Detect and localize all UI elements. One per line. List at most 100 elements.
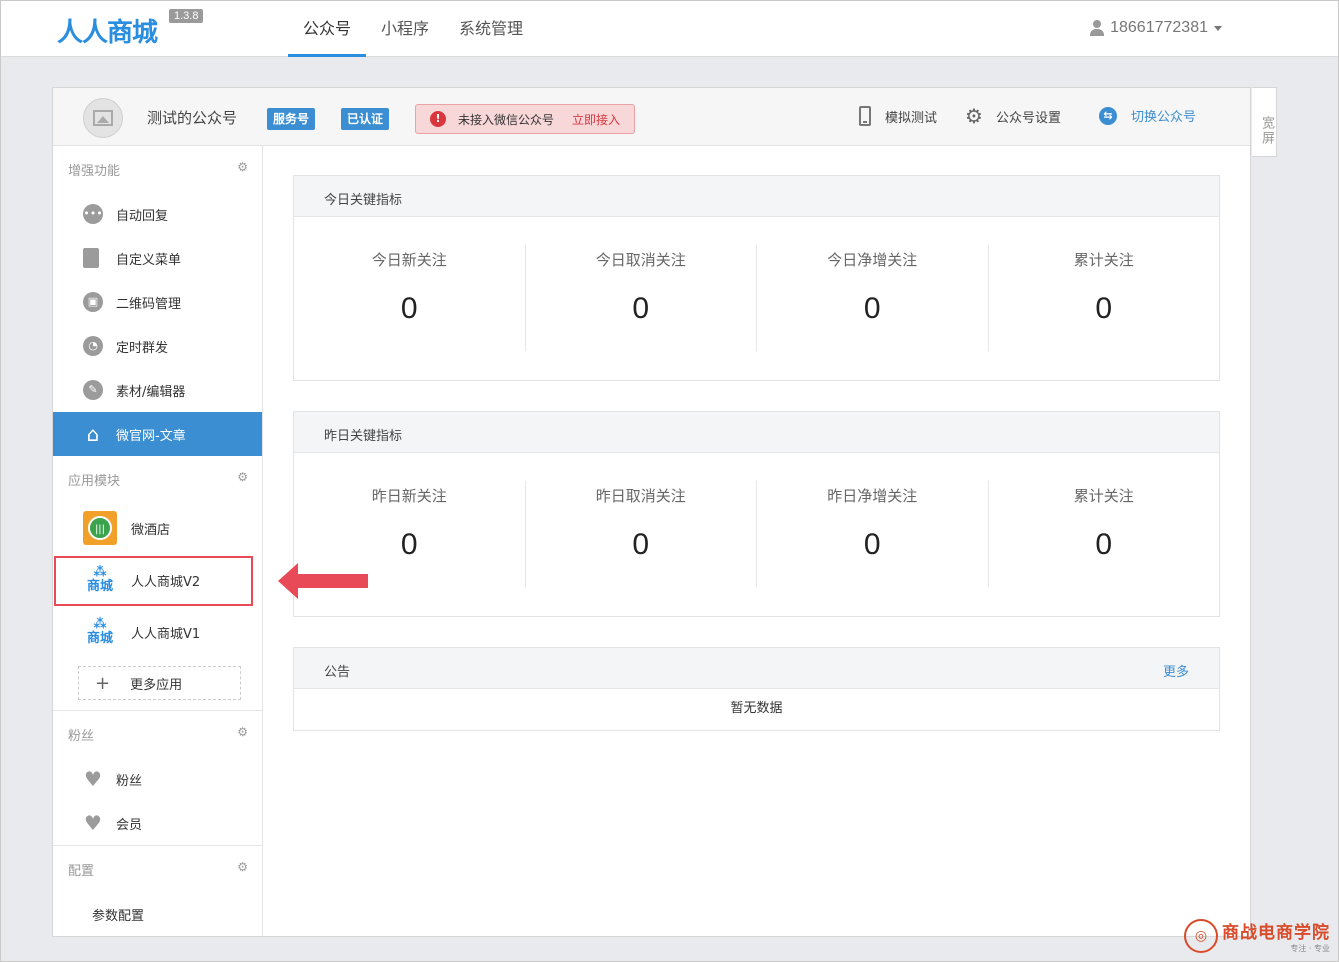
main-card: 测试的公众号 服务号 已认证 ! 未接入微信公众号 立即接入 模拟测试 ⚙ 公众… [52,87,1251,937]
sidebar: 增强功能 ⚙ ••• 自动回复 自定义菜单 ▣ 二维码管理 ◔ 定时群发 ✎ 素… [53,146,263,936]
today-metrics-panel: 今日关键指标 今日新关注 0 今日取消关注 0 今日净增关注 0 累计关注 0 [293,175,1220,381]
metric-label: 累计关注 [1073,251,1134,269]
metric-label: 今日净增关注 [827,251,918,269]
sidebar-item-materials[interactable]: ✎ 素材/编辑器 [53,368,262,412]
metric: 昨日取消关注 0 [526,481,757,587]
not-connected-alert: ! 未接入微信公众号 立即接入 [415,104,635,134]
panel-title: 今日关键指标 [294,176,1219,217]
account-settings-button[interactable]: ⚙ 公众号设置 [964,106,1061,126]
qrcode-icon: ▣ [83,292,103,312]
sidebar-item-qrcode[interactable]: ▣ 二维码管理 [53,280,262,324]
gear-icon[interactable]: ⚙ [237,860,248,874]
image-placeholder-icon [93,110,113,126]
phone-icon [859,106,871,126]
watermark-emblem-icon: ◎ [1184,919,1218,953]
more-apps-button[interactable]: + 更多应用 [78,666,241,700]
sidebar-item-auto-reply[interactable]: ••• 自动回复 [53,192,262,236]
app-item-label: 微酒店 [131,522,171,538]
notice-panel: 公告 更多 暂无数据 [293,647,1220,731]
chat-icon: ••• [83,204,103,224]
section-apps-title: 应用模块 [68,474,121,489]
app-logo[interactable]: 人人商城 1.3.8 [57,9,204,48]
metric-value: 0 [863,528,881,561]
sidebar-item-label: 自动回复 [116,208,169,224]
heart-icon: ♥ [84,811,102,835]
simulate-test-button[interactable]: 模拟测试 [859,106,937,126]
plus-icon: + [95,672,111,694]
main-nav-tabs: 公众号 小程序 系统管理 [288,1,538,57]
panel-title: 昨日关键指标 [294,412,1219,453]
top-navbar: 人人商城 1.3.8 公众号 小程序 系统管理 18661772381 [1,1,1338,57]
metric: 昨日净增关注 0 [757,481,989,587]
empty-state: 暂无数据 [730,701,783,716]
sidebar-item-label: 二维码管理 [116,296,182,312]
sidebar-item-label: 会员 [116,817,143,833]
app-item-shop-v2[interactable]: ⁂ 商城 人人商城V2 [53,554,262,606]
metrics-row: 今日新关注 0 今日取消关注 0 今日净增关注 0 累计关注 0 [294,217,1219,380]
user-icon [1090,20,1105,36]
metric-value: 0 [400,292,418,325]
section-config-title: 配置 [68,864,95,879]
sidebar-item-scheduled-send[interactable]: ◔ 定时群发 [53,324,262,368]
account-avatar [83,98,123,138]
gear-icon: ⚙ [965,104,983,128]
gear-icon[interactable]: ⚙ [237,725,248,739]
switch-account-label: 切换公众号 [1131,110,1197,125]
caret-down-icon [1214,25,1222,31]
sidebar-item-params[interactable]: 参数配置 [53,892,262,936]
yesterday-metrics-panel: 昨日关键指标 昨日新关注 0 昨日取消关注 0 昨日净增关注 0 累计关注 0 [293,411,1220,617]
verified-badge: 已认证 [341,108,390,130]
metric-label: 今日取消关注 [595,251,686,269]
sidebar-item-fans[interactable]: ♥ 粉丝 [53,757,262,801]
more-link[interactable]: 更多 [1163,661,1189,680]
metric-label: 昨日新关注 [371,487,447,505]
sidebar-item-label: 粉丝 [116,773,143,789]
tab-system-management[interactable]: 系统管理 [444,1,538,57]
metric: 今日新关注 0 [294,245,526,351]
app-item-hotel[interactable]: ||| 微酒店 [53,502,262,554]
metric-label: 累计关注 [1073,487,1134,505]
shop-app-icon: ⁂ 商城 [86,565,113,594]
service-account-badge: 服务号 [267,108,316,130]
heart-icon: ♥ [84,767,102,791]
section-config: 配置 ⚙ [53,846,262,892]
gear-icon[interactable]: ⚙ [237,160,248,174]
metric-value: 0 [632,528,650,561]
sidebar-item-label: 微官网-文章 [116,428,186,444]
document-icon [83,248,99,268]
metric-value: 0 [1095,292,1113,325]
switch-icon: ⇆ [1099,106,1117,125]
section-fans: 粉丝 ⚙ [53,711,262,757]
user-menu[interactable]: 18661772381 [1090,19,1222,37]
watermark-subtitle: 专注 · 专业 [1290,944,1330,953]
metric-value: 0 [400,528,418,561]
wide-screen-toggle[interactable]: 宽屏 [1252,87,1277,157]
shop-app-icon: ⁂ 商城 [86,617,113,646]
switch-account-button[interactable]: ⇆ 切换公众号 [1099,106,1196,125]
metric: 累计关注 0 [989,481,1220,587]
metric: 今日取消关注 0 [526,245,757,351]
sidebar-item-members[interactable]: ♥ 会员 [53,801,262,845]
sidebar-item-label: 自定义菜单 [116,252,182,268]
app-item-shop-v1[interactable]: ⁂ 商城 人人商城V1 [53,606,262,658]
panel-title: 公告 [324,665,351,680]
sidebar-item-custom-menu[interactable]: 自定义菜单 [53,236,262,280]
section-enhance: 增强功能 ⚙ [53,146,262,192]
section-enhance-title: 增强功能 [68,164,121,179]
notice-header: 公告 更多 [294,648,1219,689]
logo-text: 人人商城 [57,17,158,48]
app-item-label: 人人商城V2 [131,574,201,590]
metrics-row: 昨日新关注 0 昨日取消关注 0 昨日净增关注 0 累计关注 0 [294,453,1219,616]
gear-icon[interactable]: ⚙ [237,470,248,484]
metric-value: 0 [632,292,650,325]
metric-label: 昨日取消关注 [595,487,686,505]
sidebar-item-label: 定时群发 [116,340,169,356]
metric-label: 昨日净增关注 [827,487,918,505]
sidebar-item-microsite[interactable]: ⌂ 微官网-文章 [53,412,262,456]
tab-mini-program[interactable]: 小程序 [366,1,444,57]
watermark-logo: ◎ 商战电商学院 专注 · 专业 [1184,918,1330,954]
hotel-app-icon: ||| [83,511,117,545]
connect-now-link[interactable]: 立即接入 [572,111,620,128]
tab-official-account[interactable]: 公众号 [288,1,367,57]
account-header: 测试的公众号 服务号 已认证 ! 未接入微信公众号 立即接入 模拟测试 ⚙ 公众… [53,88,1250,146]
